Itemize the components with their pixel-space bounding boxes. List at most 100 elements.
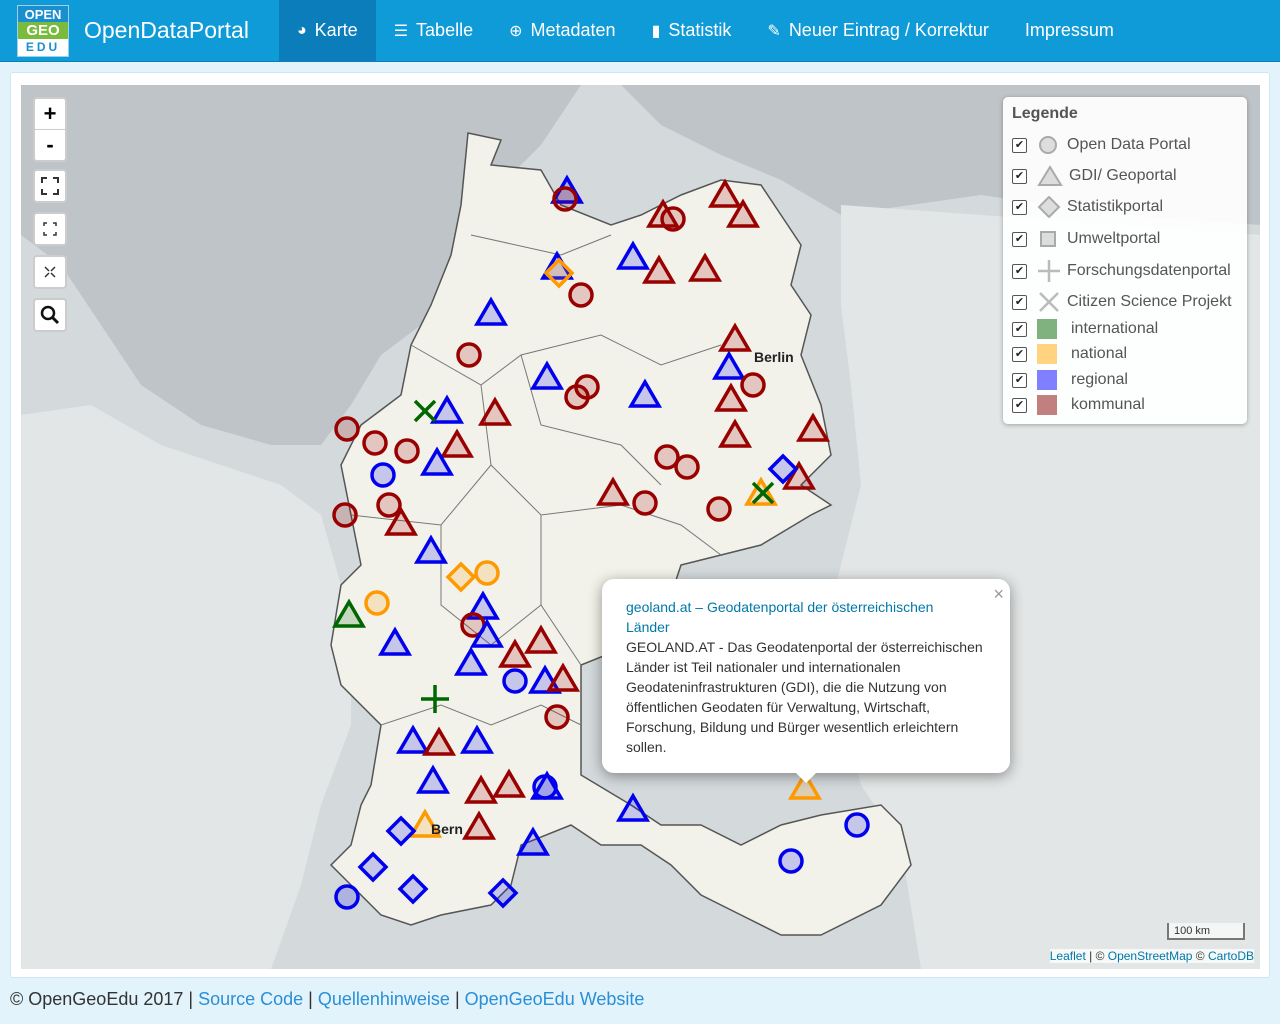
checkbox[interactable]: ✔ [1012, 372, 1027, 388]
map-marker[interactable] [334, 416, 360, 442]
scale-bar: 100 km [1167, 923, 1245, 940]
nav-label: Karte [314, 20, 358, 40]
map-marker[interactable] [740, 372, 766, 398]
map-marker[interactable] [456, 342, 482, 368]
nav-label: Tabelle [416, 20, 474, 40]
map-marker[interactable] [332, 502, 358, 528]
map-marker[interactable] [544, 704, 570, 730]
legend-item-statistik[interactable]: ✔ Statistikportal [1012, 196, 1163, 218]
fullscreen-icon [41, 177, 59, 195]
footer-link-quellenhinweise[interactable]: Quellenhinweise [318, 989, 450, 1009]
popup-title-link[interactable]: geoland.at – Geodatenportal der österrei… [626, 597, 966, 637]
legend-item-regional[interactable]: ✔ regional [1012, 370, 1128, 390]
checkbox[interactable]: ✔ [1012, 231, 1027, 247]
opengeoedu-logo[interactable]: OPEN GEO EDU [17, 5, 69, 57]
zoom-in-button[interactable]: + [35, 99, 65, 129]
map-marker[interactable] [474, 560, 500, 586]
map-marker[interactable] [376, 492, 402, 518]
collapse-button[interactable] [33, 255, 67, 289]
map-marker[interactable] [568, 282, 594, 308]
cartodb-link[interactable]: CartoDB [1208, 949, 1254, 963]
map-marker[interactable] [706, 496, 732, 522]
download-circle-icon: ⊕ [509, 22, 523, 40]
map-marker[interactable] [502, 668, 528, 694]
checkbox[interactable]: ✔ [1012, 168, 1027, 184]
logo-line-3: EDU [25, 40, 61, 54]
nav-label: Metadaten [530, 20, 616, 40]
map-marker[interactable] [364, 590, 390, 616]
map-marker[interactable] [844, 812, 870, 838]
map-marker[interactable] [660, 206, 686, 232]
nav-karte[interactable]: ◕ Karte [279, 0, 376, 61]
legend-item-open-data[interactable]: ✔ Open Data Portal [1012, 134, 1191, 156]
checkbox[interactable]: ✔ [1012, 321, 1027, 337]
attribution-separator: © [1192, 949, 1208, 963]
popup-tip [794, 771, 818, 783]
map-marker[interactable] [552, 186, 578, 212]
swatch-kommunal [1037, 395, 1057, 415]
nav-metadaten[interactable]: ⊕ Metadaten [491, 0, 633, 61]
leaflet-link[interactable]: Leaflet [1050, 949, 1086, 963]
map-marker[interactable] [362, 430, 388, 456]
zoom-out-button[interactable]: - [35, 129, 65, 160]
nav-impressum[interactable]: Impressum [1007, 0, 1132, 61]
legend-label: GDI/ Geoportal [1069, 167, 1177, 184]
legend-label: national [1071, 345, 1128, 362]
footer-separator: | [449, 989, 465, 1009]
fullscreen-button[interactable] [33, 169, 67, 203]
map-attribution: Leaflet | © OpenStreetMap © CartoDB [1049, 949, 1254, 963]
legend-item-kommunal[interactable]: ✔ kommunal [1012, 395, 1145, 415]
nav-statistik[interactable]: ▮ Statistik [634, 0, 750, 61]
legend-label: regional [1071, 371, 1128, 388]
osm-link[interactable]: OpenStreetMap [1108, 949, 1193, 963]
zoom-control: + - [33, 97, 67, 162]
checkbox[interactable]: ✔ [1012, 294, 1027, 310]
circle-icon [1039, 136, 1057, 154]
edit-icon: ✎ [767, 22, 781, 40]
brand-name[interactable]: OpenDataPortal [84, 17, 249, 44]
legend-item-national[interactable]: ✔ national [1012, 344, 1127, 364]
swatch-regional [1037, 370, 1057, 390]
logo-line-1: OPEN [18, 6, 68, 22]
legend-item-forschung[interactable]: ✔ Forschungsdatenportal [1012, 259, 1231, 283]
diamond-icon [1037, 196, 1061, 218]
search-button[interactable] [33, 298, 67, 332]
triangle-icon [1037, 165, 1063, 186]
map-marker[interactable] [394, 438, 420, 464]
map-marker[interactable] [334, 884, 360, 910]
logo-line-2: GEO [18, 22, 68, 39]
swatch-national [1037, 344, 1057, 364]
nav-label: Impressum [1024, 20, 1114, 40]
legend-item-gdi[interactable]: ✔ GDI/ Geoportal [1012, 165, 1177, 187]
popup-close-button[interactable]: × [993, 584, 1004, 605]
checkbox[interactable]: ✔ [1012, 263, 1027, 279]
map-marker[interactable] [778, 848, 804, 874]
city-label-bern: Bern [431, 821, 463, 837]
map-marker[interactable] [674, 454, 700, 480]
search-icon [40, 305, 60, 325]
attribution-separator: | © [1085, 949, 1108, 963]
zoom-extent-button[interactable] [33, 212, 67, 246]
nav-tabelle[interactable]: ☰ Tabelle [376, 0, 491, 61]
legend-item-citizen-science[interactable]: ✔ Citizen Science Projekt [1012, 290, 1232, 314]
map-marker[interactable] [564, 384, 590, 410]
checkbox[interactable]: ✔ [1012, 397, 1027, 413]
checkbox[interactable]: ✔ [1012, 137, 1027, 153]
map-marker[interactable] [632, 490, 658, 516]
footer-link-source-code[interactable]: Source Code [198, 989, 303, 1009]
checkbox[interactable]: ✔ [1012, 346, 1027, 362]
map-canvas[interactable]: Berlin Bern + - Legende ✔ Open Data Porta… [21, 85, 1260, 969]
footer-link-website[interactable]: OpenGeoEdu Website [465, 989, 645, 1009]
legend-item-umwelt[interactable]: ✔ Umweltportal [1012, 228, 1160, 250]
checkbox[interactable]: ✔ [1012, 199, 1027, 215]
footer-separator: | [183, 989, 199, 1009]
nav-neuer-eintrag[interactable]: ✎ Neuer Eintrag / Korrektur [749, 0, 1007, 61]
map-marker[interactable] [370, 462, 396, 488]
top-navbar: OPEN GEO EDU OpenDataPortal ◕ Karte ☰ Tabe… [0, 0, 1280, 62]
map-marker[interactable] [532, 774, 558, 800]
swatch-international [1037, 319, 1057, 339]
legend-label: Statistikportal [1067, 198, 1164, 215]
legend-item-international[interactable]: ✔ international [1012, 319, 1158, 339]
list-icon: ☰ [393, 22, 409, 40]
footer-separator: | [303, 989, 318, 1009]
